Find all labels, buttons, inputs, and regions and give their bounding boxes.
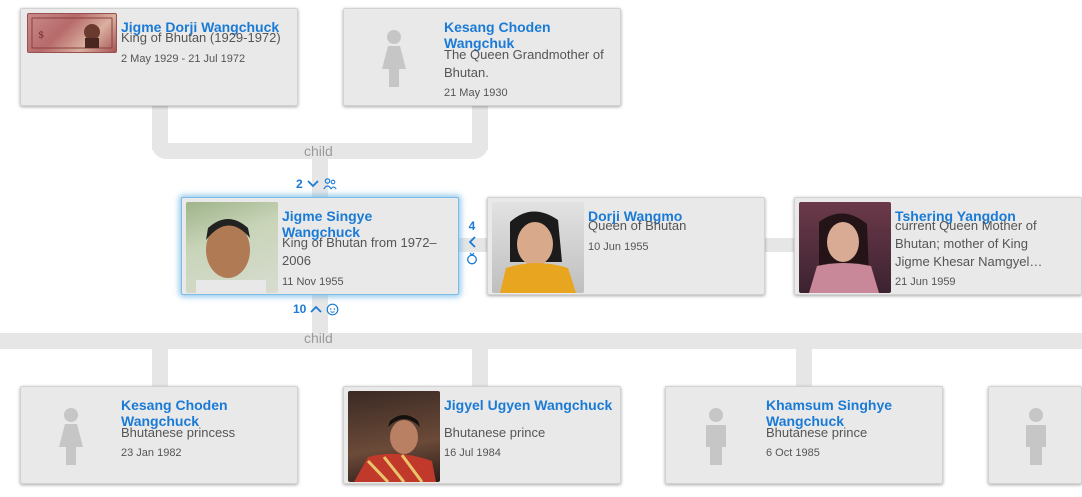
person-card-mother[interactable]: Kesang Choden Wangchuk The Queen Grandmo… bbox=[343, 8, 621, 106]
baby-icon[interactable] bbox=[326, 303, 339, 316]
people-icon[interactable] bbox=[322, 178, 337, 190]
person-card-child[interactable]: Khamsum Singhye Wangchuck Bhutanese prin… bbox=[665, 386, 943, 484]
person-card-spouse[interactable]: Dorji Wangmo Queen of Bhutan 10 Jun 1955 bbox=[487, 197, 765, 295]
children-link-label: child bbox=[304, 330, 333, 346]
person-description: Bhutanese prince bbox=[444, 425, 546, 440]
portrait-image bbox=[186, 202, 278, 293]
children-count: 10 bbox=[293, 302, 307, 316]
female-silhouette-icon bbox=[348, 13, 440, 104]
svg-text:$: $ bbox=[38, 30, 44, 41]
spouses-toggle[interactable]: 4 bbox=[466, 219, 478, 265]
person-card-spouse[interactable]: Tshering Yangdon current Queen Mother of… bbox=[794, 197, 1082, 295]
person-dates: 21 May 1930 bbox=[444, 87, 508, 99]
person-dates: 23 Jan 1982 bbox=[121, 447, 182, 459]
child-drop-2 bbox=[472, 345, 488, 387]
person-description: Queen of Bhutan bbox=[588, 218, 687, 233]
chevron-down-icon bbox=[307, 180, 319, 188]
person-description: King of Bhutan (1929-1972) bbox=[121, 30, 281, 45]
person-description: Bhutanese prince bbox=[766, 425, 868, 440]
person-dates: 6 Oct 1985 bbox=[766, 447, 820, 459]
spouses-count: 4 bbox=[468, 219, 476, 233]
person-dates: 11 Nov 1955 bbox=[282, 276, 344, 288]
siblings-count: 2 bbox=[296, 177, 303, 191]
person-name[interactable]: Jigyel Ugyen Wangchuck bbox=[444, 397, 614, 413]
male-silhouette-icon bbox=[993, 391, 1079, 482]
child-drop-3 bbox=[796, 345, 812, 387]
chevron-left-icon bbox=[468, 236, 476, 248]
person-dates: 21 Jun 1959 bbox=[895, 276, 956, 288]
male-silhouette-icon bbox=[670, 391, 762, 482]
person-card-child[interactable]: Jigyel Ugyen Wangchuck Bhutanese prince … bbox=[343, 386, 621, 484]
person-description: The Queen Grandmother of Bhutan. bbox=[444, 47, 604, 80]
child-drop-1 bbox=[152, 345, 168, 387]
female-silhouette-icon bbox=[25, 391, 117, 482]
person-description: King of Bhutan from 1972–2006 bbox=[282, 235, 437, 268]
person-dates: 2 May 1929 - 21 Jul 1972 bbox=[121, 53, 246, 65]
person-dates: 10 Jun 1955 bbox=[588, 241, 649, 253]
person-card-child[interactable]: Kesang Choden Wangchuck Bhutanese prince… bbox=[20, 386, 298, 484]
person-description: Bhutanese princess bbox=[121, 425, 236, 440]
person-card-focus[interactable]: Jigme Singye Wangchuck King of Bhutan fr… bbox=[181, 197, 459, 295]
person-card-father[interactable]: $ Jigme Dorji Wangchuck King of Bhutan (… bbox=[20, 8, 298, 106]
siblings-toggle[interactable]: 2 bbox=[296, 177, 337, 191]
children-toggle[interactable]: 10 bbox=[293, 302, 339, 316]
portrait-image bbox=[492, 202, 584, 293]
person-description: current Queen Mother of Bhutan; mother o… bbox=[895, 218, 1043, 269]
ring-icon[interactable] bbox=[466, 251, 478, 265]
parent-link-label: child bbox=[304, 143, 333, 159]
person-dates: 16 Jul 1984 bbox=[444, 447, 501, 459]
portrait-image bbox=[348, 391, 440, 482]
person-card-child[interactable] bbox=[988, 386, 1082, 484]
chevron-up-icon bbox=[310, 305, 322, 313]
banknote-portrait-image: $ bbox=[27, 13, 117, 53]
portrait-image bbox=[799, 202, 891, 293]
